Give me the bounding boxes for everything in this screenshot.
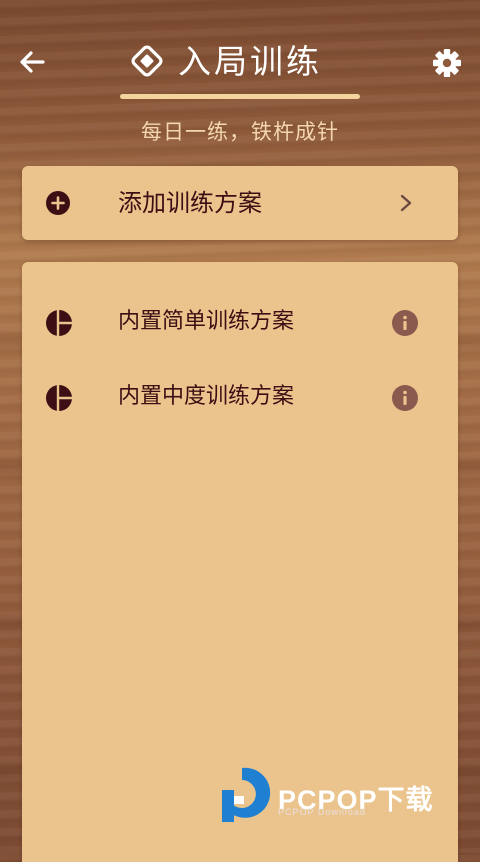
info-icon[interactable]: [392, 385, 418, 411]
plus-circle-icon: [46, 191, 70, 215]
plan-item-simple[interactable]: 内置简单训练方案: [22, 293, 458, 349]
pcpop-logo-icon: [222, 767, 271, 822]
diamond-icon: [131, 45, 163, 77]
back-button[interactable]: [14, 44, 50, 80]
pie-icon: [46, 385, 72, 411]
plan-item-medium[interactable]: 内置中度训练方案: [22, 368, 458, 424]
plan-label: 内置简单训练方案: [118, 309, 295, 334]
pie-icon: [46, 310, 72, 336]
add-plan-button[interactable]: 添加训练方案: [22, 166, 458, 240]
watermark: PCPOP下载 PCPOP Download: [220, 766, 470, 826]
info-icon[interactable]: [392, 310, 418, 336]
page-title-group: 入局训练: [120, 38, 360, 100]
chevron-right-icon: [400, 194, 412, 212]
watermark-subtext: PCPOP Download: [278, 807, 366, 817]
top-bar: 入局训练: [0, 0, 480, 120]
add-plan-label: 添加训练方案: [118, 189, 262, 217]
plan-label: 内置中度训练方案: [118, 384, 295, 409]
arrow-left-icon: [20, 51, 45, 73]
settings-button[interactable]: [428, 44, 466, 82]
subtitle: 每日一练，铁杵成针: [141, 120, 339, 144]
page-title: 入局训练: [178, 42, 322, 81]
gear-icon: [433, 49, 461, 77]
title-underline: [120, 94, 360, 99]
